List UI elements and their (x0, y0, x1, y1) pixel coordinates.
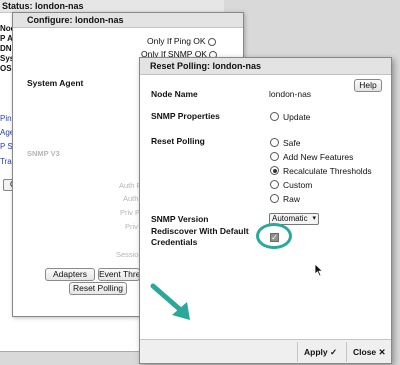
rediscover-label-line1: Rediscover With Default (151, 226, 249, 236)
only-if-ping-ok-label: Only If Ping OK (147, 36, 206, 46)
priv-key-label: Priv (125, 222, 138, 231)
status-label-os: OS (0, 64, 12, 73)
only-if-ping-ok-option[interactable]: Only If Ping OK (147, 36, 216, 46)
reset-option-custom-label: Custom (283, 179, 313, 190)
adapters-button[interactable]: Adapters (45, 268, 95, 281)
footer-divider (297, 342, 298, 362)
dialog-footer: Apply ✓ Close ✕ (140, 339, 391, 363)
reset-option-safe-radio[interactable] (270, 138, 279, 148)
reset-option-custom-radio[interactable] (270, 180, 279, 190)
help-button[interactable]: Help (354, 79, 382, 92)
update-option[interactable]: Update (270, 111, 310, 122)
only-if-ping-ok-radio[interactable] (207, 37, 216, 46)
configure-window-title: Configure: london-nas (13, 13, 243, 28)
reset-option-add-new-features-label: Add New Features (283, 151, 354, 162)
update-label: Update (283, 111, 311, 122)
snmp-version-value: Automatic (272, 214, 308, 223)
annotation-arrow-icon (150, 283, 198, 325)
checkmark-icon: ✓ (271, 233, 278, 242)
apply-button[interactable]: Apply ✓ (304, 344, 337, 360)
reset-option-safe[interactable]: Safe (270, 137, 301, 148)
reset-polling-label: Reset Polling (151, 136, 205, 146)
close-button[interactable]: Close ✕ (353, 344, 386, 360)
rediscover-label: Rediscover With Default Credentials (151, 226, 249, 248)
reset-option-raw-radio[interactable] (270, 194, 279, 204)
reset-polling-button[interactable]: Reset Polling (69, 282, 127, 295)
reset-option-custom[interactable]: Custom (270, 179, 312, 190)
node-name-label: Node Name (151, 89, 198, 99)
reset-option-recalculate-thresholds-radio[interactable] (270, 166, 279, 176)
update-radio[interactable] (270, 112, 279, 122)
rediscover-checkbox[interactable]: ✓ (270, 233, 279, 242)
reset-option-recalculate-thresholds[interactable]: Recalculate Thresholds (270, 165, 372, 176)
system-agent-label: System Agent (27, 78, 84, 88)
auth-key-label: Auth (123, 194, 139, 203)
reset-option-safe-label: Safe (283, 137, 301, 148)
snmp-properties-label: SNMP Properties (151, 111, 220, 121)
snmp-version-label: SNMP Version (151, 214, 209, 224)
rediscover-label-line2: Credentials (151, 237, 198, 247)
reset-option-add-new-features-radio[interactable] (270, 152, 279, 162)
reset-option-add-new-features[interactable]: Add New Features (270, 151, 353, 162)
priv-protocol-label: Priv P (120, 208, 141, 217)
reset-option-raw-label: Raw (283, 193, 301, 204)
reset-option-recalculate-thresholds-label: Recalculate Thresholds (283, 165, 372, 176)
node-name-value: london-nas (269, 89, 312, 99)
snmp-v3-label: SNMP V3 (27, 149, 60, 158)
reset-option-raw[interactable]: Raw (270, 193, 300, 204)
reset-polling-dialog-title: Reset Polling: london-nas (140, 58, 391, 75)
chevron-down-icon: ▾ (312, 215, 316, 222)
footer-divider (346, 342, 347, 362)
event-thresholds-button[interactable]: Event Thre (98, 268, 140, 281)
mouse-cursor-icon (314, 263, 324, 277)
